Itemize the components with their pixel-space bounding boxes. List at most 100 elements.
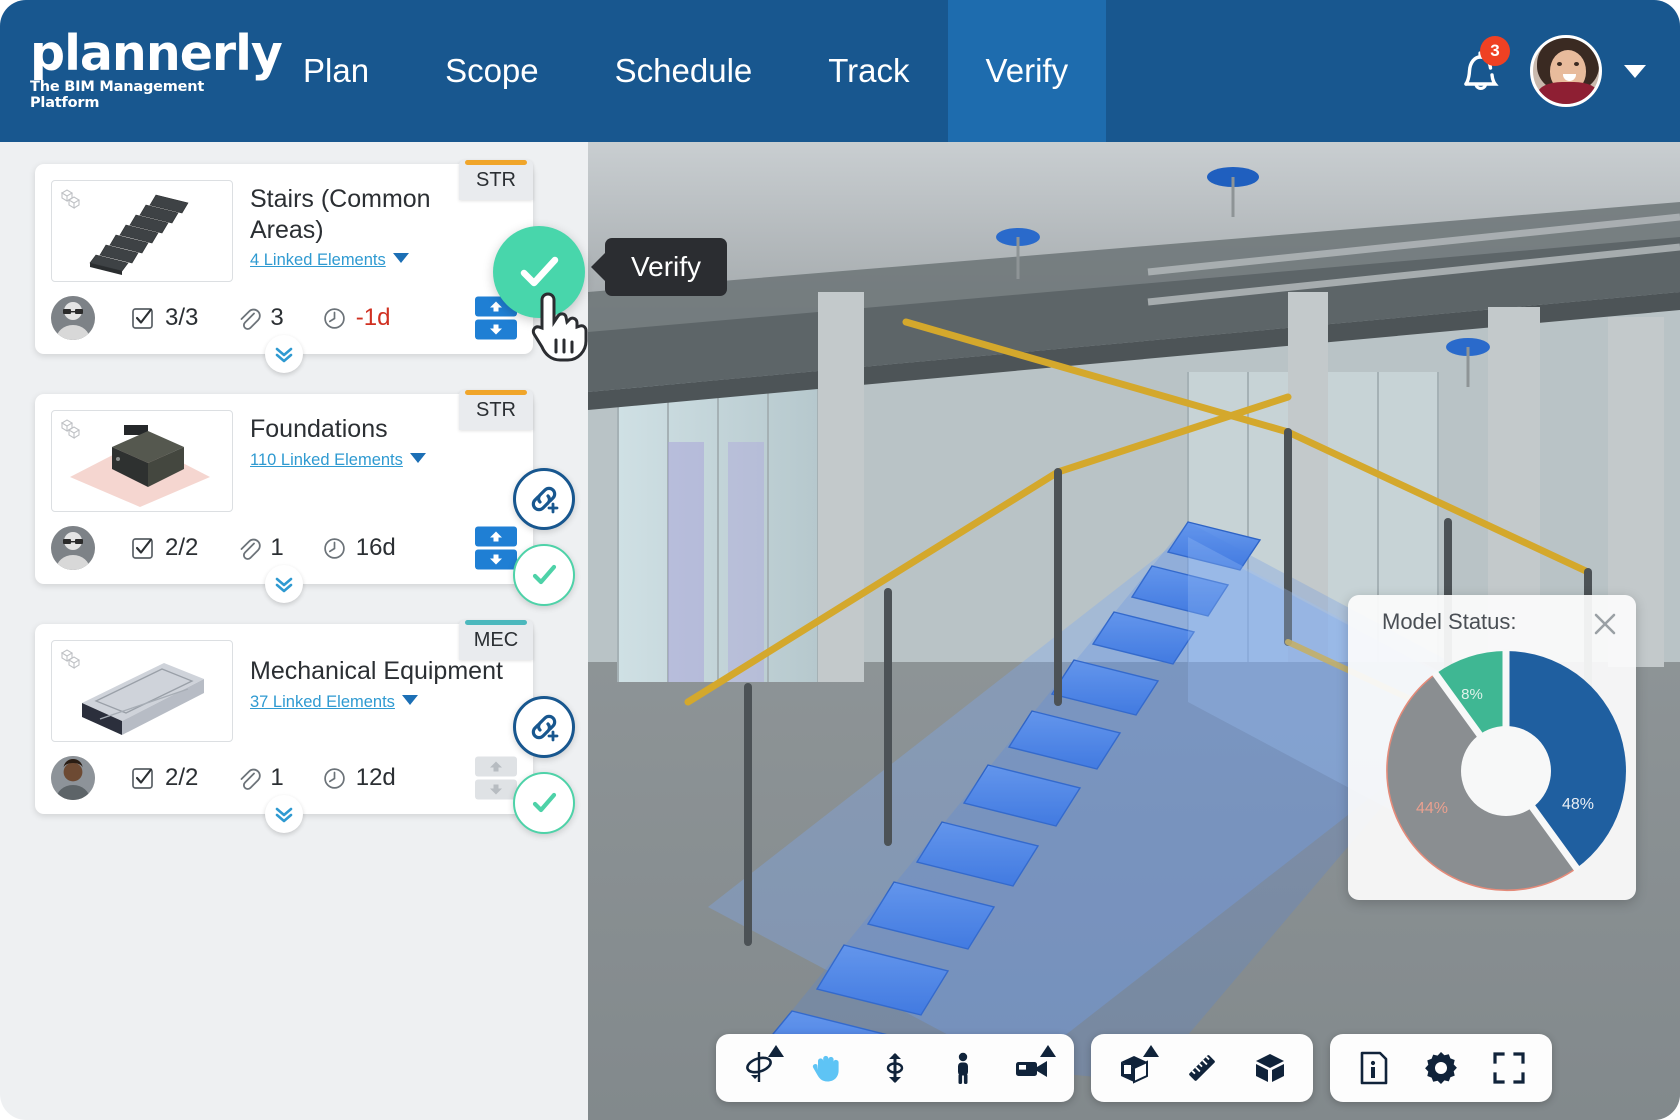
task-title: Mechanical Equipment <box>250 657 503 685</box>
notifications-button[interactable]: 3 <box>1446 36 1510 102</box>
utility-tools-group <box>1330 1034 1552 1102</box>
link-add-button[interactable] <box>513 696 575 758</box>
paperclip-icon <box>240 308 262 330</box>
verify-check-button[interactable] <box>513 772 575 834</box>
assignee-avatar[interactable] <box>51 526 95 570</box>
main-nav: Plan Scope Schedule Track Verify <box>265 0 1446 142</box>
model-thumbnail-foundations[interactable] <box>51 410 233 512</box>
close-panel-button[interactable] <box>1590 609 1620 639</box>
verify-check-button[interactable] <box>513 544 575 606</box>
attachments-stat: 1 <box>236 764 284 792</box>
viewer-toolbars <box>588 1034 1680 1102</box>
camera-tool-button[interactable] <box>1000 1040 1062 1096</box>
expand-card-toggle[interactable] <box>265 795 303 833</box>
reorder-controls <box>475 756 517 800</box>
duration-stat: 16d <box>322 534 396 562</box>
linked-elements-chevron-down-icon[interactable] <box>409 452 426 463</box>
zoom-tool-button[interactable] <box>864 1040 926 1096</box>
nav-item-plan[interactable]: Plan <box>265 0 407 142</box>
linked-elements-link[interactable]: 110 Linked Elements <box>250 451 403 470</box>
arrow-up-icon <box>490 761 502 772</box>
task-card-stairs[interactable]: STR Stairs (Common Areas) 4 Linked Eleme… <box>35 160 585 373</box>
reorder-controls <box>475 526 517 570</box>
model-thumbnail-mechanical[interactable] <box>51 640 233 742</box>
move-down-button[interactable] <box>475 779 517 800</box>
assignee-avatar[interactable] <box>51 296 95 340</box>
cube-tool-button[interactable] <box>1239 1040 1301 1096</box>
orbit-menu-chevron-icon[interactable] <box>768 1045 784 1057</box>
checklist-value: 2/2 <box>165 764 199 791</box>
move-up-button[interactable] <box>475 756 517 777</box>
zoom-vertical-icon <box>886 1053 904 1083</box>
account-menu-chevron-down-icon[interactable] <box>1624 64 1646 78</box>
move-down-button[interactable] <box>475 549 517 570</box>
properties-info-icon <box>1360 1051 1388 1085</box>
duration-value: 12d <box>355 764 396 791</box>
link-add-button[interactable] <box>513 468 575 530</box>
attachments-stat: 3 <box>236 304 284 332</box>
check-icon <box>532 564 557 585</box>
assignee-avatar[interactable] <box>51 756 95 800</box>
model-tools-group <box>1091 1034 1313 1102</box>
task-card-mechanical-equipment[interactable]: MEC Mechanical Equipment 37 Linked Eleme… <box>35 620 575 834</box>
pan-tool-button[interactable] <box>796 1040 858 1096</box>
checklist-stat: 3/3 <box>131 304 198 332</box>
top-navigation-bar: plannerly The BIM Management Platform Pl… <box>0 0 1680 142</box>
model-thumbnail-stairs[interactable] <box>51 180 233 282</box>
expand-card-toggle[interactable] <box>265 335 303 373</box>
arrow-up-icon <box>490 301 502 312</box>
checklist-stat: 2/2 <box>131 764 198 792</box>
section-box-tool-button[interactable] <box>1103 1040 1165 1096</box>
link-add-icon <box>531 486 559 514</box>
measure-ruler-icon <box>1189 1055 1215 1081</box>
move-up-button[interactable] <box>475 526 517 547</box>
linked-elements-link[interactable]: 37 Linked Elements <box>250 693 395 712</box>
paperclip-icon <box>240 768 262 790</box>
check-icon <box>532 792 557 813</box>
section-menu-chevron-icon[interactable] <box>1143 1045 1159 1057</box>
nav-item-schedule[interactable]: Schedule <box>577 0 791 142</box>
arrow-down-icon <box>490 554 502 565</box>
linked-elements-chevron-down-icon[interactable] <box>401 694 418 705</box>
duration-stat: -1d <box>322 304 391 332</box>
measure-tool-button[interactable] <box>1171 1040 1233 1096</box>
slice-label-verified: 48% <box>1562 796 1594 813</box>
properties-tool-button[interactable] <box>1342 1040 1404 1096</box>
slice-label-not-started: 44% <box>1416 800 1448 817</box>
nav-item-verify[interactable]: Verify <box>947 0 1107 142</box>
brand-tagline: The BIM Management Platform <box>30 78 205 111</box>
fullscreen-tool-button[interactable] <box>1478 1040 1540 1096</box>
navigation-tools-group <box>716 1034 1074 1102</box>
clock-icon <box>323 767 345 789</box>
linked-elements-chevron-down-icon[interactable] <box>392 253 409 263</box>
paperclip-icon <box>240 538 262 560</box>
discipline-badge: MEC <box>459 620 533 660</box>
walk-tool-button[interactable] <box>932 1040 994 1096</box>
task-card-foundations[interactable]: STR Foundations 110 Linked Elements 2/2 … <box>35 390 575 606</box>
checklist-icon <box>132 537 153 559</box>
nav-item-track[interactable]: Track <box>790 0 947 142</box>
checklist-icon <box>132 767 153 789</box>
brand-logo[interactable]: plannerly The BIM Management Platform <box>0 25 283 111</box>
user-avatar[interactable] <box>1530 35 1602 107</box>
fullscreen-icon <box>1493 1052 1525 1084</box>
orbit-tool-button[interactable] <box>728 1040 790 1096</box>
chevron-double-down-icon <box>275 807 293 823</box>
close-icon <box>1594 613 1616 635</box>
settings-tool-button[interactable] <box>1410 1040 1472 1096</box>
model-status-panel[interactable]: Model Status: 48% 44% 8% <box>1348 595 1636 900</box>
arrow-up-icon <box>490 531 502 542</box>
nav-item-scope[interactable]: Scope <box>407 0 577 142</box>
checklist-stat: 2/2 <box>131 534 198 562</box>
expand-card-toggle[interactable] <box>265 565 303 603</box>
brand-name: plannerly <box>30 25 283 83</box>
duration-stat: 12d <box>322 764 396 792</box>
elements-icon <box>60 649 81 669</box>
move-down-button[interactable] <box>475 319 517 340</box>
linked-elements-link[interactable]: 4 Linked Elements <box>250 251 386 270</box>
card-action-buttons <box>513 468 575 606</box>
elements-icon <box>60 419 81 439</box>
camera-menu-chevron-icon[interactable] <box>1040 1045 1056 1057</box>
link-add-icon <box>531 714 559 742</box>
duration-value: -1d <box>355 304 391 331</box>
